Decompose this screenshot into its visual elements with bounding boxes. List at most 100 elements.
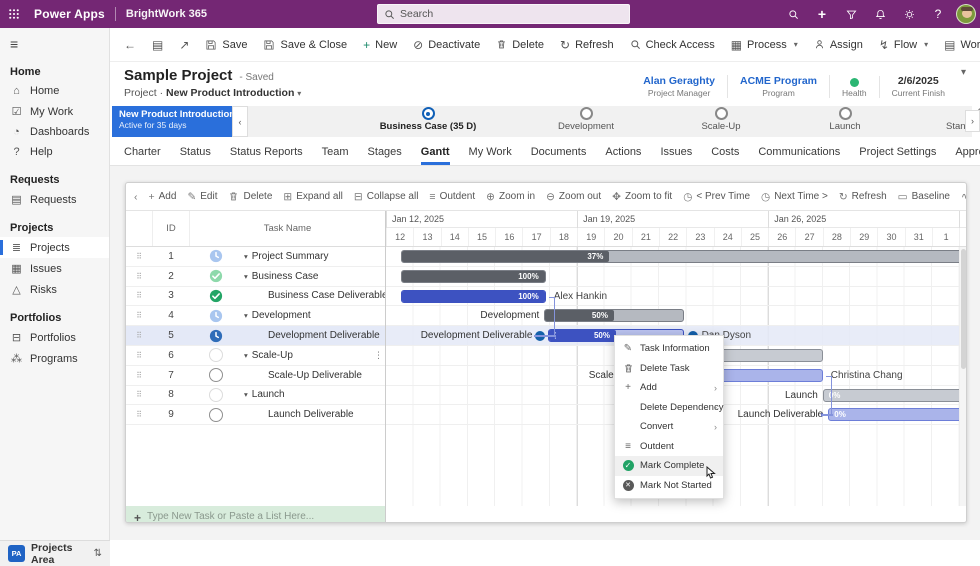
sidebar-item-dashboards[interactable]: ◔Dashboards: [0, 122, 109, 142]
edit-button[interactable]: ✎Edit: [187, 191, 217, 203]
flow-button[interactable]: ↯Flow▾: [879, 38, 928, 52]
task-name-cell[interactable]: Scale-Up Deliverable: [242, 370, 385, 381]
check-access-button[interactable]: Check Access: [630, 39, 715, 51]
save-button[interactable]: Save: [205, 39, 247, 51]
next-time-button[interactable]: ◷Next Time >: [761, 191, 828, 203]
task-name-cell[interactable]: ▾Business Case: [242, 271, 385, 282]
tab-communications[interactable]: Communications: [758, 146, 840, 165]
menu-item-outdent[interactable]: ≡Outdent: [615, 437, 723, 457]
sidebar-item-projects[interactable]: ≣Projects: [0, 237, 109, 258]
task-name-cell[interactable]: ▾Scale-Up: [242, 350, 385, 361]
back-arrow-button[interactable]: ←: [124, 38, 136, 52]
menu-item-delete-dependency[interactable]: Delete Dependency›: [615, 398, 723, 418]
task-row-5[interactable]: ⠿5Development Deliverable: [126, 326, 385, 346]
menu-item-task-information[interactable]: ✎Task Information: [615, 339, 723, 359]
tab-issues[interactable]: Issues: [660, 146, 692, 165]
task-row-8[interactable]: ⠿8▾Launch: [126, 386, 385, 406]
add-icon[interactable]: +: [811, 3, 833, 25]
app-name[interactable]: Power Apps: [34, 7, 105, 21]
collapse-arrow-icon[interactable]: ▾: [244, 390, 248, 399]
board-button[interactable]: ▤: [152, 38, 163, 52]
filter-icon[interactable]: [840, 3, 862, 25]
tab-status[interactable]: Status: [180, 146, 211, 165]
gantt-bar-1[interactable]: 37%: [401, 250, 963, 263]
header-expand-icon[interactable]: ▾: [961, 67, 966, 106]
sidebar-collapse-icon[interactable]: ≡: [0, 28, 109, 54]
drag-handle-icon[interactable]: ⠿: [126, 390, 152, 399]
drag-handle-icon[interactable]: ⠿: [126, 410, 152, 419]
zoom-out-button[interactable]: ⊖Zoom out: [546, 191, 601, 203]
tab-documents[interactable]: Documents: [531, 146, 587, 165]
tab-stages[interactable]: Stages: [368, 146, 402, 165]
gantt-row-3[interactable]: 100%Alex Hankin: [386, 287, 966, 307]
search-input[interactable]: Search: [377, 4, 630, 24]
collapse-arrow-icon[interactable]: ▾: [244, 351, 248, 360]
gantt-bar-9[interactable]: 0%: [828, 408, 963, 421]
delete-button[interactable]: Delete: [228, 191, 272, 202]
drag-handle-icon[interactable]: ⠿: [126, 311, 152, 320]
assign-button[interactable]: Assign: [814, 39, 863, 51]
bpf-stage-development[interactable]: Development: [516, 107, 656, 132]
gantt-row-2[interactable]: 100%: [386, 267, 966, 287]
chevron-left-button[interactable]: ‹: [134, 191, 138, 203]
task-name-cell[interactable]: Launch Deliverable: [242, 409, 385, 420]
task-row-7[interactable]: ⠿7Scale-Up Deliverable: [126, 366, 385, 386]
sidebar-item-issues[interactable]: ▦Issues: [0, 258, 109, 279]
row-options-icon[interactable]: ⋮: [374, 350, 383, 361]
gantt-bar-2[interactable]: 100%: [401, 270, 546, 283]
bpf-next-stage-icon[interactable]: ›: [965, 110, 980, 132]
tab-actions[interactable]: Actions: [605, 146, 641, 165]
vertical-scrollbar[interactable]: [959, 247, 966, 506]
zoom-to-fit-button[interactable]: ✥Zoom to fit: [612, 191, 672, 203]
prev-time-button[interactable]: ◷< Prev Time: [683, 191, 750, 203]
bpf-stage-launch[interactable]: Launch: [775, 107, 915, 132]
deactivate-button[interactable]: ⊘Deactivate: [413, 38, 480, 52]
drag-handle-icon[interactable]: ⠿: [126, 351, 152, 360]
tab-approvals[interactable]: Approvals: [955, 146, 980, 165]
drag-handle-icon[interactable]: ⠿: [126, 331, 152, 340]
gantt-bar-8[interactable]: 0%: [823, 389, 964, 402]
breadcrumb[interactable]: Project · New Product Introduction ▾: [124, 87, 301, 99]
outdent-button[interactable]: ≡Outdent: [429, 191, 475, 203]
header-field-link[interactable]: ACME Program: [740, 75, 817, 87]
gear-icon[interactable]: [898, 3, 920, 25]
task-row-3[interactable]: ⠿3Business Case Deliverable: [126, 287, 385, 307]
menu-item-mark-complete[interactable]: ✓Mark Complete: [615, 456, 723, 476]
bpf-collapse-icon[interactable]: ‹: [232, 106, 248, 137]
help-icon[interactable]: ?: [927, 3, 949, 25]
waffle-menu-icon[interactable]: [0, 0, 28, 28]
sidebar-item-risks[interactable]: △Risks: [0, 279, 109, 300]
sidebar-item-help[interactable]: ?Help: [0, 142, 109, 162]
tab-team[interactable]: Team: [322, 146, 349, 165]
refresh-button[interactable]: ↻Refresh: [560, 38, 614, 52]
gantt-row-1[interactable]: 37%: [386, 247, 966, 267]
user-avatar[interactable]: [956, 4, 976, 24]
bpf-stage-scale-up[interactable]: Scale-Up: [651, 107, 791, 132]
bell-icon[interactable]: [869, 3, 891, 25]
new-button[interactable]: +New: [363, 38, 397, 52]
popout-button[interactable]: ↗: [179, 38, 189, 52]
save-close-button[interactable]: Save & Close: [263, 39, 347, 51]
task-name-cell[interactable]: Development Deliverable: [242, 330, 385, 341]
menu-item-convert[interactable]: Convert›: [615, 417, 723, 437]
refresh-button[interactable]: ↻Refresh: [839, 191, 887, 203]
task-name-cell[interactable]: ▾Project Summary: [242, 251, 385, 262]
new-task-input[interactable]: Type New Task or Paste a List Here...: [147, 511, 342, 524]
process-button[interactable]: ▦Process▾: [731, 38, 798, 52]
critical-path-button[interactable]: ∿Critical Path: [961, 191, 967, 203]
word-templates-button[interactable]: ▤Word Templates▾: [944, 38, 980, 52]
menu-item-delete-task[interactable]: Delete Task: [615, 359, 723, 379]
menu-item-add[interactable]: +Add›: [615, 378, 723, 398]
task-row-4[interactable]: ⠿4▾Development: [126, 306, 385, 326]
collapse-all-button[interactable]: ⊟Collapse all: [354, 191, 419, 203]
active-stage-box[interactable]: New Product Introduction Active for 35 d…: [112, 106, 232, 137]
gantt-bar-3[interactable]: 100%: [401, 290, 546, 303]
sidebar-item-home[interactable]: ⌂Home: [0, 81, 109, 101]
task-row-1[interactable]: ⠿1▾Project Summary: [126, 247, 385, 267]
gantt-bar-4[interactable]: 50%: [544, 309, 683, 322]
sidebar-item-requests[interactable]: ▤Requests: [0, 189, 109, 210]
drag-handle-icon[interactable]: ⠿: [126, 272, 152, 281]
bpf-stage-business-case-35-d[interactable]: Business Case (35 D): [358, 107, 498, 132]
task-name-cell[interactable]: ▾Launch: [242, 389, 385, 400]
zoom-in-button[interactable]: ⊕Zoom in: [486, 191, 535, 203]
